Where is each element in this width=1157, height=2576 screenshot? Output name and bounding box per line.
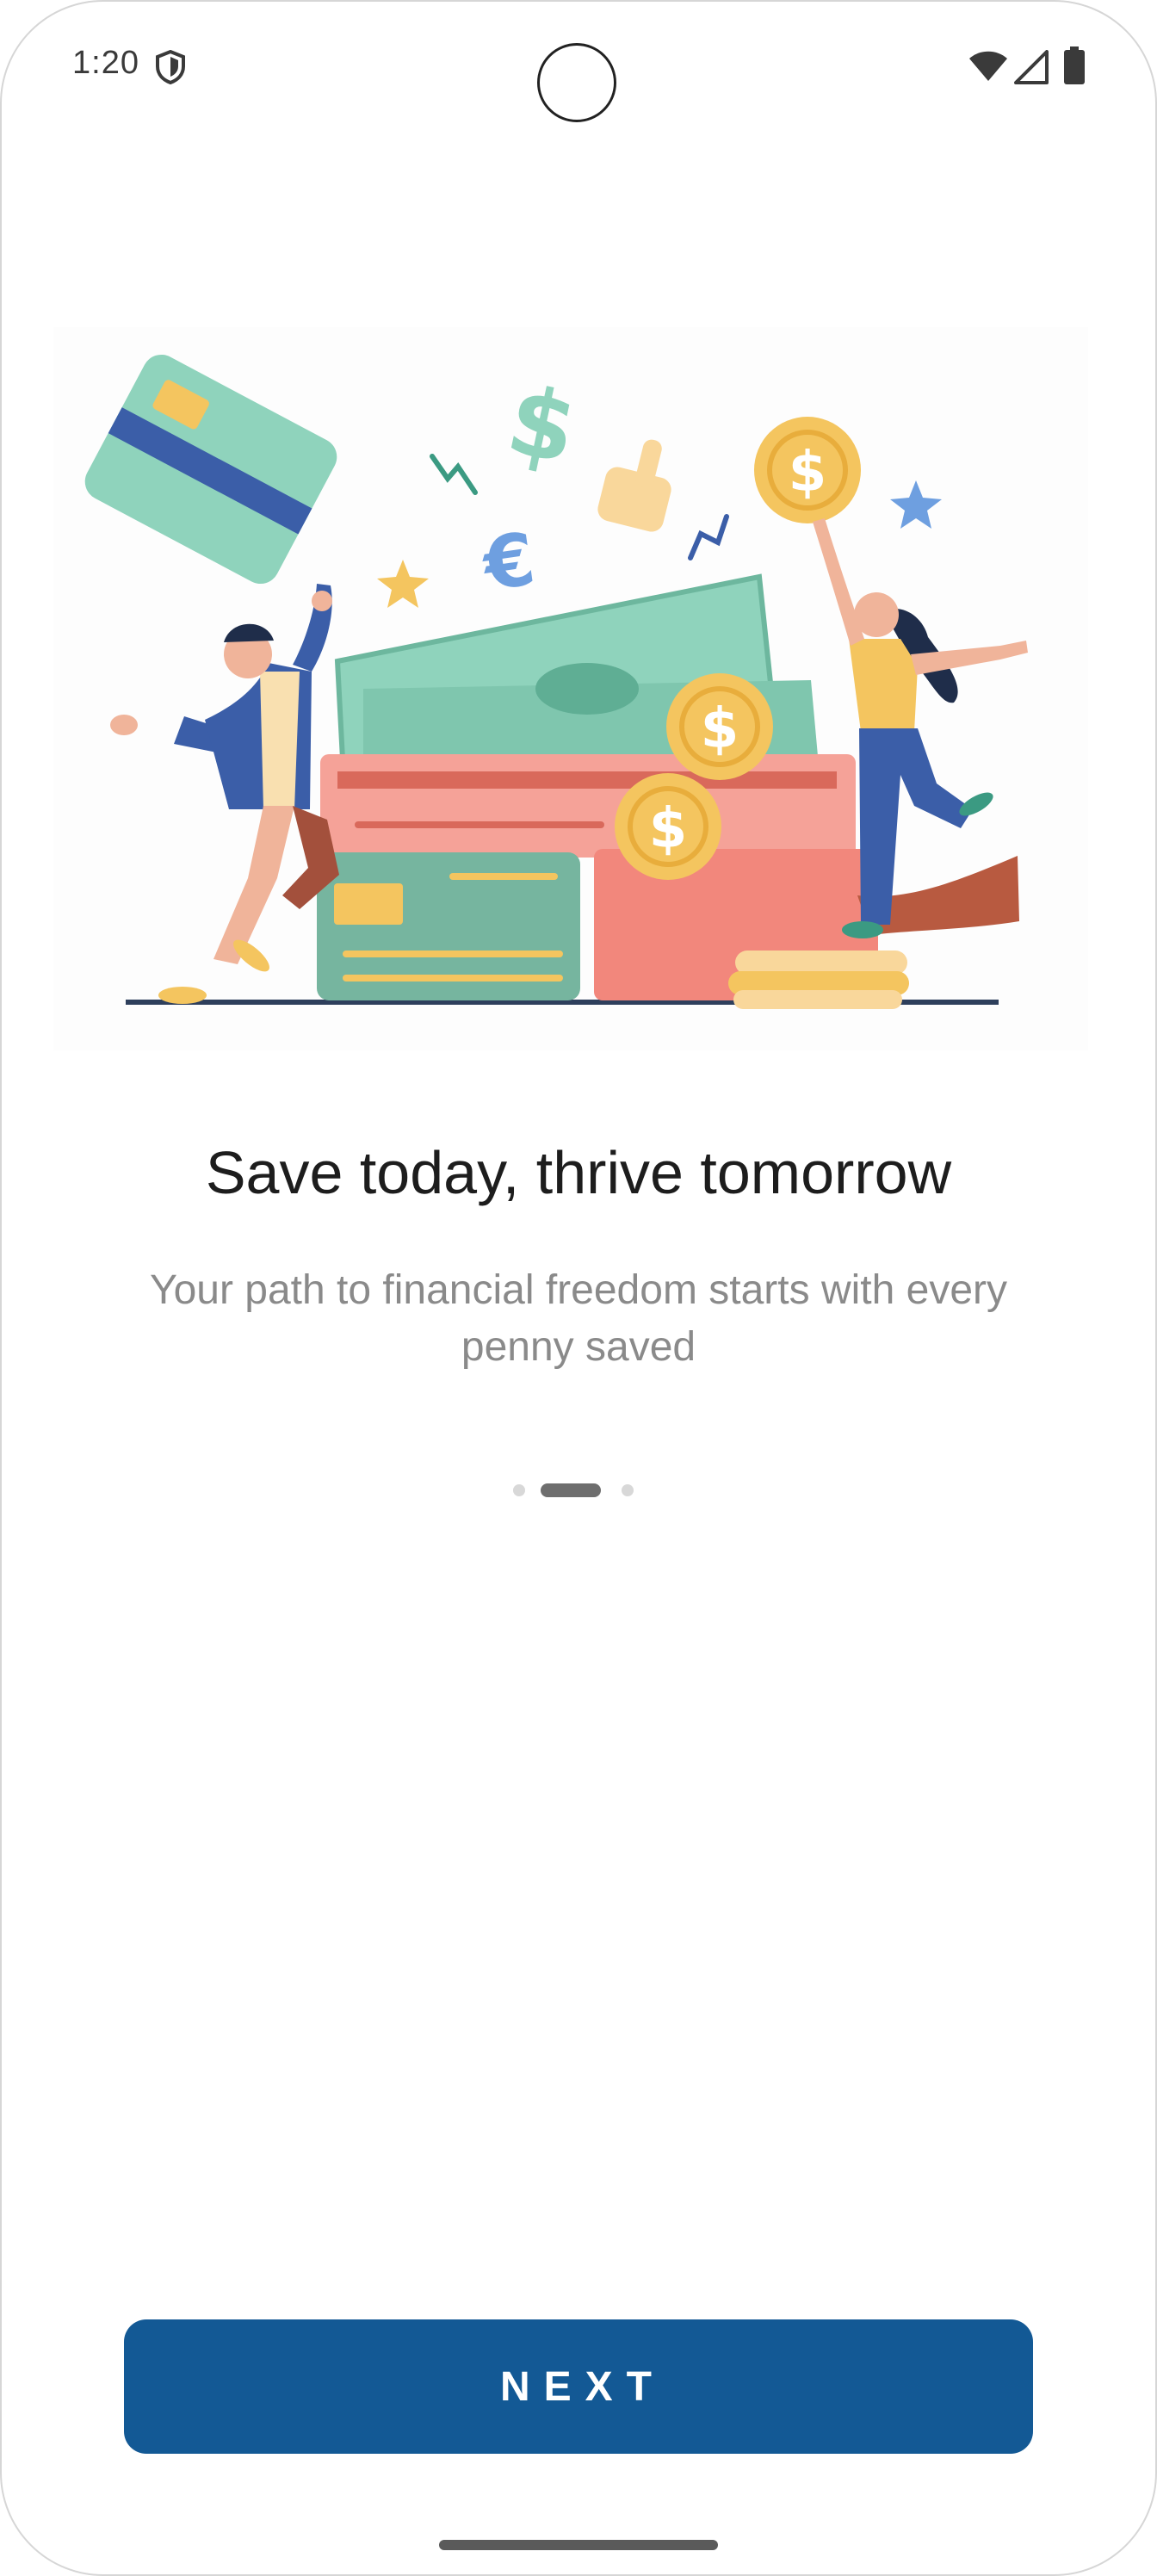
svg-text:$: $ [701, 697, 739, 761]
page-indicator [508, 1481, 649, 1498]
home-indicator[interactable] [439, 2540, 718, 2550]
squiggle-icon [430, 454, 478, 495]
status-bar: 1:20 [0, 0, 1157, 138]
dollar-sign-icon: $ [498, 364, 585, 486]
star-icon [890, 480, 942, 529]
star-icon [377, 560, 429, 608]
credit-card-icon [84, 354, 337, 585]
front-camera [537, 43, 616, 122]
coin-stack-icon [728, 951, 909, 1009]
page-dot [622, 1484, 634, 1496]
next-button[interactable]: NEXT [124, 2319, 1033, 2454]
coin-icon: $ [666, 673, 773, 780]
signal-icon [1014, 50, 1049, 84]
shield-icon [156, 50, 185, 84]
status-time: 1:20 [72, 45, 139, 81]
squiggle-icon [688, 514, 729, 560]
wifi-icon [969, 51, 1007, 81]
coin-icon: $ [754, 417, 861, 523]
euro-sign-icon: € [477, 517, 541, 607]
svg-text:$: $ [649, 797, 688, 861]
coin-icon: $ [615, 773, 721, 880]
savings-illustration: $ € $ $ $ [53, 327, 1088, 1050]
page-dot [513, 1484, 525, 1496]
wallet-back [320, 754, 856, 858]
thumbs-up-icon [597, 439, 671, 532]
page-subtitle: Your path to financial freedom starts wi… [149, 1267, 1008, 1370]
page-title: Save today, thrive tomorrow [205, 1139, 952, 1206]
battery-icon [1064, 46, 1085, 84]
man-figure [110, 584, 339, 1004]
svg-text:$: $ [789, 441, 827, 505]
page-dot-active [541, 1483, 601, 1497]
card-front-icon [317, 852, 580, 1000]
